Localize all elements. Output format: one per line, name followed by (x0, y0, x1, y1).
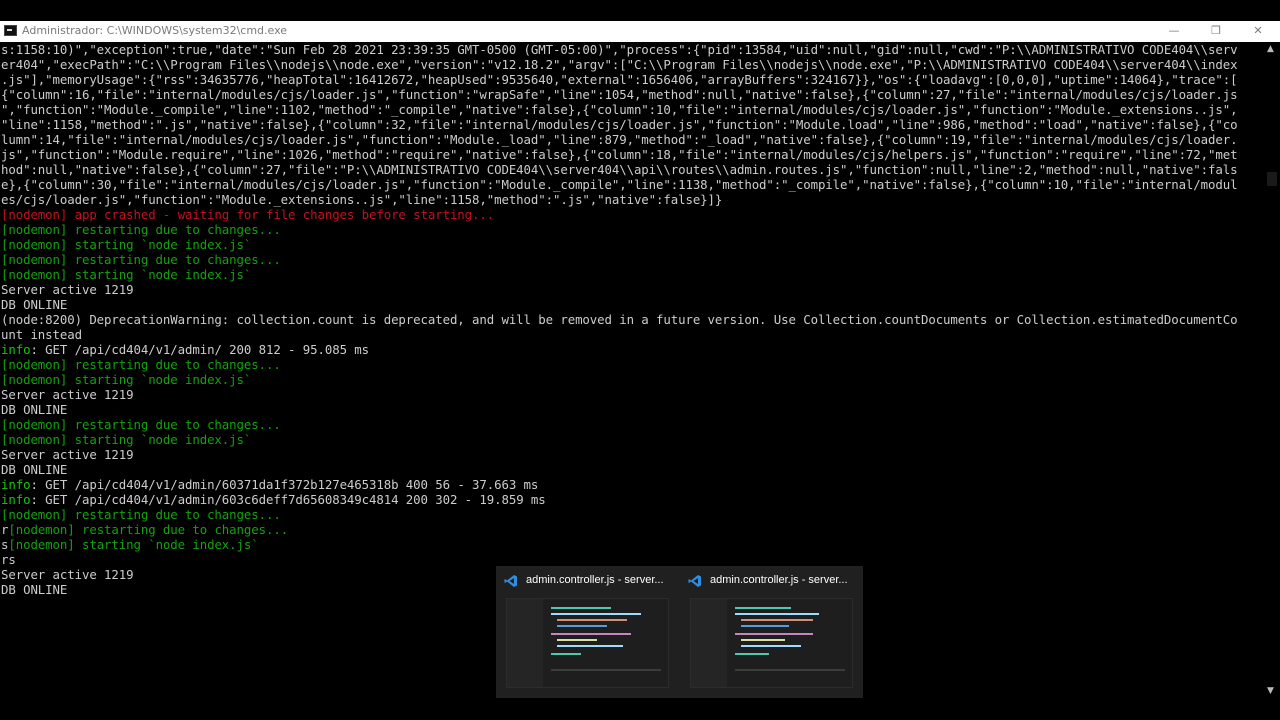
window-title-bar[interactable]: Administrador: C:\WINDOWS\system32\cmd.e… (0, 21, 1280, 42)
preview-title: admin.controller.js - server... (710, 574, 848, 586)
console-line: s[nodemon] starting `node index.js` (1, 537, 259, 552)
console-text: [nodemon] starting `node index.js` (1, 237, 252, 252)
vscode-icon (504, 575, 517, 587)
console-line: info: GET /api/cd404/v1/admin/603c6deff7… (1, 492, 546, 507)
console-text: : GET /api/cd404/v1/admin/603c6deff7d656… (30, 492, 546, 507)
console-text: lumn":14,"file":"internal/modules/cjs/lo… (1, 132, 1238, 147)
console-line: (node:8200) DeprecationWarning: collecti… (1, 312, 1238, 327)
close-button[interactable]: ✕ (1236, 21, 1280, 42)
console-line: [nodemon] restarting due to changes... (1, 417, 281, 432)
minimize-button[interactable]: — (1152, 21, 1196, 42)
console-line: [nodemon] restarting due to changes... (1, 252, 281, 267)
console-text: Server active 1219 (1, 447, 134, 462)
console-text: e},{"column":30,"file":"internal/modules… (1, 177, 1238, 192)
console-text: s:1158:10)","exception":true,"date":"Sun… (1, 42, 1238, 57)
console-line: js","function":"Module.require","line":1… (1, 147, 1238, 162)
window-title: Administrador: C:\WINDOWS\system32\cmd.e… (22, 24, 288, 37)
console-text: [nodemon] starting `node index.js` (8, 537, 259, 552)
console-line: [nodemon] starting `node index.js` (1, 432, 251, 447)
console-text: (node:8200) DeprecationWarning: collecti… (1, 312, 1238, 327)
console-text: hod":null,"native":false},{"column":27,"… (1, 162, 1238, 177)
console-text: [nodemon] restarting due to changes... (1, 252, 281, 267)
console-line: {"column":16,"file":"internal/modules/cj… (1, 87, 1238, 102)
console-text: DB ONLINE (1, 582, 68, 597)
console-line: Server active 1219 (1, 387, 134, 402)
taskbar-preview-item[interactable]: admin.controller.js - server... (496, 566, 679, 698)
console-line: e},{"column":30,"file":"internal/modules… (1, 177, 1238, 192)
console-text: Server active 1219 (1, 282, 134, 297)
console-text: info (1, 477, 31, 492)
console-line: [nodemon] starting `node index.js` (1, 267, 251, 282)
console-line: info: GET /api/cd404/v1/admin/ 200 812 -… (1, 342, 369, 357)
console-text: info (1, 492, 31, 507)
console-line: .js"],"memoryUsage":{"rss":34635776,"hea… (1, 72, 1238, 87)
console-line: DB ONLINE (1, 462, 67, 477)
console-line: hod":null,"native":false},{"column":27,"… (1, 162, 1238, 177)
console-line: [nodemon] restarting due to changes... (1, 357, 281, 372)
console-text: Server active 1219 (1, 567, 134, 582)
taskbar-preview-item[interactable]: admin.controller.js - server... (680, 566, 863, 698)
console-line: info: GET /api/cd404/v1/admin/60371da1f3… (1, 477, 538, 492)
console-text: : GET /api/cd404/v1/admin/ 200 812 - 95.… (30, 342, 370, 357)
console-text: [nodemon] restarting due to changes... (1, 357, 281, 372)
console-line: unt instead (1, 327, 82, 342)
console-line: [nodemon] restarting due to changes... (1, 507, 281, 522)
scroll-up-arrow-icon[interactable]: ▲ (1267, 44, 1274, 54)
console-line: DB ONLINE (1, 582, 67, 597)
console-text: [nodemon] restarting due to changes... (1, 222, 281, 237)
console-text: [nodemon] restarting due to changes... (8, 522, 289, 537)
screen: Administrador: C:\WINDOWS\system32\cmd.e… (0, 0, 1280, 720)
console-text: DB ONLINE (1, 402, 68, 417)
console-text: Server active 1219 (1, 387, 134, 402)
console-text: [nodemon] restarting due to changes... (1, 507, 281, 522)
maximize-button[interactable]: ❐ (1194, 21, 1238, 42)
console-line: ","function":"Module._compile","line":11… (1, 102, 1238, 117)
console-line: [nodemon] starting `node index.js` (1, 237, 251, 252)
console-line: [nodemon] app crashed - waiting for file… (1, 207, 494, 222)
scroll-thumb[interactable] (1267, 172, 1277, 186)
console-text: unt instead (1, 327, 82, 342)
console-text: [nodemon] starting `node index.js` (1, 267, 252, 282)
console-text: [nodemon] app crashed - waiting for file… (1, 207, 495, 222)
taskbar-preview-popup: admin.controller.js - server... admin.co… (496, 566, 863, 698)
console-text: .js"],"memoryUsage":{"rss":34635776,"hea… (1, 72, 1238, 87)
preview-thumbnail (506, 598, 669, 688)
console-text: info (1, 342, 31, 357)
console-line: rs (1, 552, 16, 567)
console-text: "line":1158,"method":".js","native":fals… (1, 117, 1238, 132)
console-line: Server active 1219 (1, 447, 134, 462)
console-line: es/cjs/loader.js","function":"Module._ex… (1, 192, 722, 207)
console-line: DB ONLINE (1, 402, 67, 417)
console-text: [nodemon] restarting due to changes... (1, 417, 281, 432)
cmd-icon (4, 25, 17, 36)
preview-thumbnail (690, 598, 853, 688)
console-line: Server active 1219 (1, 282, 134, 297)
scroll-down-arrow-icon[interactable]: ▼ (1267, 686, 1274, 696)
console-text: {"column":16,"file":"internal/modules/cj… (1, 87, 1238, 102)
console-line: [nodemon] restarting due to changes... (1, 222, 281, 237)
console-text: js","function":"Module.require","line":1… (1, 147, 1238, 162)
preview-title: admin.controller.js - server... (526, 574, 664, 586)
console-text: : GET /api/cd404/v1/admin/60371da1f372b1… (30, 477, 539, 492)
console-text: DB ONLINE (1, 297, 68, 312)
console-line: Server active 1219 (1, 567, 134, 582)
vertical-scrollbar[interactable]: ▲ ▼ (1264, 42, 1280, 698)
bottom-border (0, 698, 1280, 720)
console-line: [nodemon] starting `node index.js` (1, 372, 251, 387)
console-text: es/cjs/loader.js","function":"Module._ex… (1, 192, 723, 207)
console-line: er404","execPath":"C:\\Program Files\\no… (1, 57, 1238, 72)
console-text: DB ONLINE (1, 462, 68, 477)
console-line: s:1158:10)","exception":true,"date":"Sun… (1, 42, 1238, 57)
console-line: "line":1158,"method":".js","native":fals… (1, 117, 1238, 132)
console-line: r[nodemon] restarting due to changes... (1, 522, 288, 537)
console-text: rs (1, 552, 16, 567)
console-text: [nodemon] starting `node index.js` (1, 372, 252, 387)
console-text: [nodemon] starting `node index.js` (1, 432, 252, 447)
console-line: DB ONLINE (1, 297, 67, 312)
console-text: ","function":"Module._compile","line":11… (1, 102, 1238, 117)
vscode-icon (688, 575, 701, 587)
console-line: lumn":14,"file":"internal/modules/cjs/lo… (1, 132, 1238, 147)
console-text: er404","execPath":"C:\\Program Files\\no… (1, 57, 1238, 72)
